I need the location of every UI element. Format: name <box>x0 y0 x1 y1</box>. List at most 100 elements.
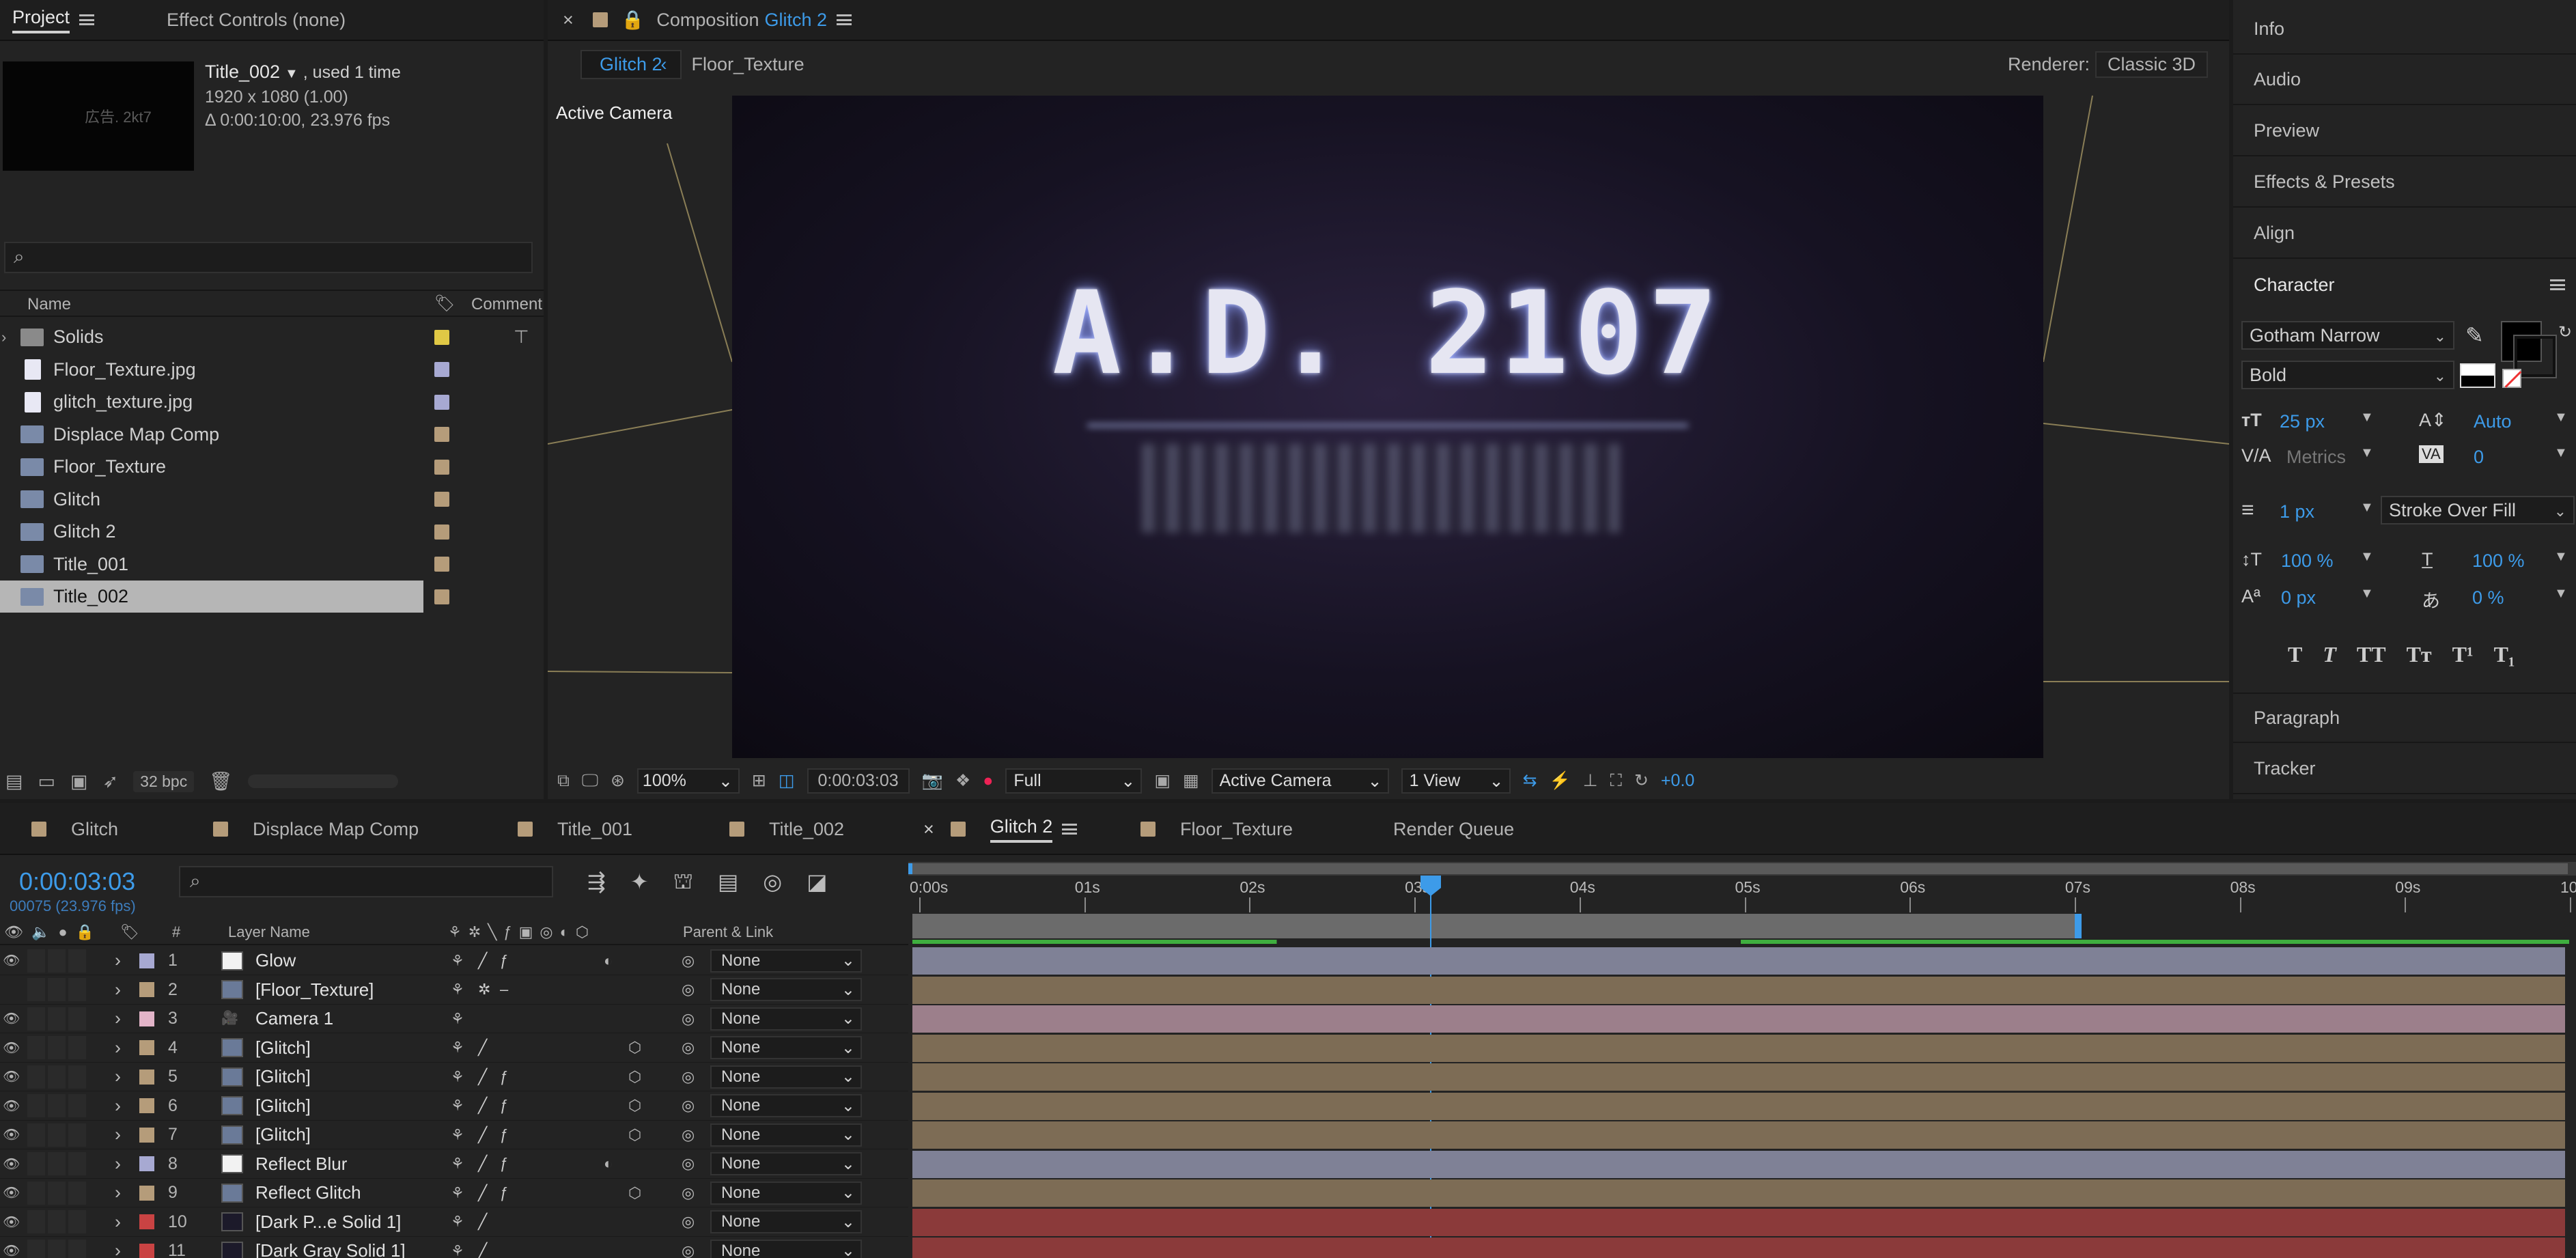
solo-toggle[interactable] <box>48 1036 66 1059</box>
audio-toggle[interactable] <box>27 1094 45 1117</box>
layer-duration-bar[interactable] <box>912 1208 2565 1236</box>
layer-label-swatch[interactable] <box>139 1127 154 1143</box>
character-menu-icon[interactable] <box>2550 279 2565 290</box>
layer-row[interactable]: 👁 › 9 Reflect Glitch ⚘ ╱ ƒ ⬡ ◎ None ⌄ <box>0 1179 908 1207</box>
lock-toggle[interactable] <box>68 1036 86 1059</box>
project-item[interactable]: Floor_Texture.jpg <box>0 354 540 386</box>
layer-switch-icon[interactable]: ✲ <box>478 981 490 998</box>
timeline-tab[interactable]: Floor_Texture <box>1140 803 1293 855</box>
expand-arrow-icon[interactable]: › <box>115 1124 121 1145</box>
shy-layers-icon[interactable]: ⛫ <box>673 869 693 897</box>
3d-layer-icon[interactable]: ⬡ <box>628 1097 641 1115</box>
expand-arrow-icon[interactable]: › <box>115 979 121 1001</box>
layer-duration-bar[interactable] <box>912 1121 2565 1149</box>
work-area-range[interactable] <box>908 863 2568 874</box>
baseline-shift-chevron-icon[interactable]: ▼ <box>2360 586 2374 602</box>
lock-toggle[interactable] <box>68 978 86 1001</box>
3d-layer-icon[interactable]: ⬡ <box>628 1184 641 1202</box>
panel-preview[interactable]: Preview <box>2233 106 2576 156</box>
font-size-chevron-icon[interactable]: ▼ <box>2360 410 2374 425</box>
layer-switch-icon[interactable]: ╱ <box>478 1213 487 1231</box>
parent-select[interactable]: None ⌄ <box>710 1065 862 1089</box>
layer-duration-bar[interactable] <box>912 1150 2565 1178</box>
effect-switch-icon[interactable]: ƒ <box>500 1155 508 1173</box>
layer-switch-icon[interactable]: ╱ <box>478 1184 487 1202</box>
pick-whip-icon[interactable]: ◎ <box>682 1213 695 1231</box>
effect-switch-icon[interactable]: ƒ <box>500 952 508 970</box>
label-color-swatch[interactable] <box>434 557 449 572</box>
layer-search-input[interactable]: ⌕ <box>179 866 553 897</box>
layer-duration-bar[interactable] <box>912 1005 2565 1033</box>
faux-bold-button[interactable]: T <box>2288 642 2302 667</box>
expand-arrow-icon[interactable]: › <box>115 1182 121 1203</box>
label-color-swatch[interactable] <box>434 524 449 540</box>
vr-icon[interactable]: ⊛ <box>611 770 625 791</box>
visibility-eye-icon[interactable]: 👁 <box>3 1184 20 1201</box>
layer-switch-icon[interactable]: ╱ <box>478 1126 487 1144</box>
leading-value[interactable]: Auto <box>2474 411 2512 432</box>
vertical-scale-value[interactable]: 100 % <box>2281 550 2334 572</box>
trash-icon[interactable]: 🗑 <box>209 770 232 792</box>
layer-switch-icon[interactable]: ╱ <box>478 1039 487 1057</box>
expand-arrow-icon[interactable]: › <box>115 1154 121 1175</box>
layer-name[interactable]: [Dark Gray Solid 1] <box>255 1240 406 1258</box>
layer-duration-bar[interactable] <box>912 1238 2565 1258</box>
adjustment-layer-icon[interactable]: ◐ <box>604 1155 613 1173</box>
expand-arrow-icon[interactable]: › <box>115 1008 121 1029</box>
solo-toggle[interactable] <box>48 1152 66 1175</box>
visibility-eye-icon[interactable]: 👁 <box>3 1214 20 1231</box>
lock-toggle[interactable] <box>68 1152 86 1175</box>
audio-toggle[interactable] <box>27 949 45 973</box>
project-search-input[interactable]: ⌕ <box>4 242 533 273</box>
flowchart-icon[interactable]: ➶ <box>103 771 119 792</box>
expand-arrow-icon[interactable]: › <box>115 1240 121 1258</box>
reset-exposure-icon[interactable]: ↻ <box>1634 770 1649 791</box>
draft-3d-icon[interactable]: ✦ <box>630 869 649 897</box>
layer-label-swatch[interactable] <box>139 1185 154 1201</box>
parent-select[interactable]: None ⌄ <box>710 1094 862 1117</box>
solo-toggle[interactable] <box>48 1123 66 1147</box>
transparency-grid-icon[interactable]: ▦ <box>1183 770 1199 791</box>
layer-name[interactable]: Glow <box>255 950 296 971</box>
layer-label-swatch[interactable] <box>139 1098 154 1113</box>
visibility-eye-icon[interactable]: 👁 <box>3 1010 20 1027</box>
audio-toggle[interactable] <box>27 1152 45 1175</box>
visibility-eye-icon[interactable]: 👁 <box>3 1068 20 1085</box>
tab-project[interactable]: Project <box>0 0 107 40</box>
comp-title-name[interactable]: Glitch 2 <box>764 10 827 31</box>
swap-colors-icon[interactable]: ↻ <box>2558 322 2572 342</box>
expand-arrow-icon[interactable]: › <box>115 1037 121 1059</box>
channel-icon[interactable]: ● <box>983 771 993 791</box>
tab-effect-controls[interactable]: Effect Controls (none) <box>154 0 358 40</box>
exposure-value[interactable]: +0.0 <box>1661 771 1694 791</box>
timeline-tab[interactable]: Render Queue <box>1393 803 1514 855</box>
parent-select[interactable]: None ⌄ <box>710 1007 862 1031</box>
expand-arrow-icon[interactable]: › <box>115 1212 121 1233</box>
shy-switch-icon[interactable]: ⚘ <box>451 1184 464 1202</box>
timeline-icon[interactable]: ⊥ <box>1583 770 1598 791</box>
thumbnail-slider[interactable] <box>247 774 398 788</box>
always-preview-icon[interactable]: ⧉ <box>557 771 570 791</box>
item-dropdown-icon[interactable]: ▼ <box>285 66 298 81</box>
panel-effects-presets[interactable]: Effects & Presets <box>2233 157 2576 208</box>
solo-toggle[interactable] <box>48 949 66 973</box>
tsume-chevron-icon[interactable]: ▼ <box>2554 586 2568 602</box>
panel-menu-icon[interactable] <box>79 14 95 25</box>
timeline-tab[interactable]: Title_001 <box>518 803 632 855</box>
parent-select[interactable]: None ⌄ <box>710 1181 862 1205</box>
panel-paragraph[interactable]: Paragraph <box>2233 693 2576 743</box>
label-color-swatch[interactable] <box>434 492 449 507</box>
label-color-swatch[interactable] <box>434 459 449 475</box>
stroke-width-chevron-icon[interactable]: ▼ <box>2360 500 2374 516</box>
audio-toggle[interactable] <box>27 1036 45 1059</box>
project-item[interactable]: Title_001 <box>0 548 540 581</box>
solo-toggle[interactable] <box>48 1007 66 1031</box>
work-area-bar[interactable] <box>908 862 2576 876</box>
lock-toggle[interactable] <box>68 1210 86 1233</box>
tsume-value[interactable]: 0 % <box>2472 587 2504 609</box>
audio-toggle[interactable] <box>27 1181 45 1205</box>
parent-select[interactable]: None ⌄ <box>710 949 862 973</box>
new-folder-icon[interactable]: ▭ <box>38 771 56 792</box>
layer-name[interactable]: [Glitch] <box>255 1095 311 1117</box>
timeline-tab[interactable]: Glitch <box>31 803 118 855</box>
